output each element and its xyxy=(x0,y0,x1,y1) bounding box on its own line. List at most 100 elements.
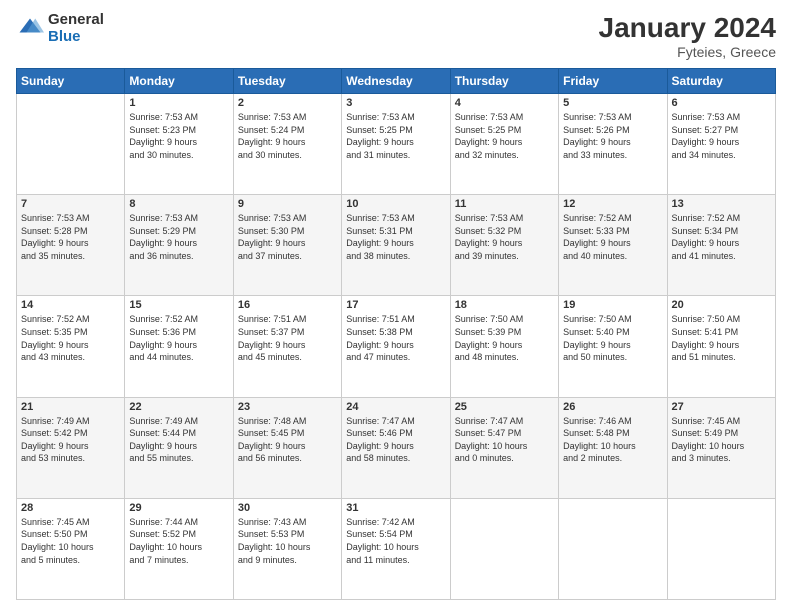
day-info: Sunrise: 7:53 AM Sunset: 5:26 PM Dayligh… xyxy=(563,111,662,161)
calendar-day-cell: 27Sunrise: 7:45 AM Sunset: 5:49 PM Dayli… xyxy=(667,397,775,498)
day-number: 6 xyxy=(672,97,771,109)
calendar-day-cell xyxy=(17,94,125,195)
day-number: 21 xyxy=(21,401,120,413)
day-number: 14 xyxy=(21,299,120,311)
day-info: Sunrise: 7:53 AM Sunset: 5:32 PM Dayligh… xyxy=(455,212,554,262)
day-number: 29 xyxy=(129,502,228,514)
day-info: Sunrise: 7:52 AM Sunset: 5:36 PM Dayligh… xyxy=(129,313,228,363)
day-info: Sunrise: 7:48 AM Sunset: 5:45 PM Dayligh… xyxy=(238,415,337,465)
day-info: Sunrise: 7:53 AM Sunset: 5:30 PM Dayligh… xyxy=(238,212,337,262)
calendar-day-cell: 20 Sunrise: 7:50 AM Sunset: 5:41 PM Dayli… xyxy=(667,296,775,397)
day-info: Sunrise: 7:47 AM Sunset: 5:46 PM Dayligh… xyxy=(346,415,445,465)
day-info: Sunrise: 7:53 AM Sunset: 5:31 PM Dayligh… xyxy=(346,212,445,262)
calendar-week-row: 14 Sunrise: 7:52 AM Sunset: 5:35 PM Dayli… xyxy=(17,296,776,397)
calendar-day-cell: 22 Sunrise: 7:49 AM Sunset: 5:44 PM Dayli… xyxy=(125,397,233,498)
day-number: 3 xyxy=(346,97,445,109)
day-number: 9 xyxy=(238,198,337,210)
day-header-friday: Friday xyxy=(559,69,667,94)
day-info: Sunrise: 7:53 AM Sunset: 5:27 PM Dayligh… xyxy=(672,111,771,161)
calendar-day-cell: 2 Sunrise: 7:53 AM Sunset: 5:24 PM Daylig… xyxy=(233,94,341,195)
day-info: Sunrise: 7:49 AM Sunset: 5:42 PM Dayligh… xyxy=(21,415,120,465)
day-header-thursday: Thursday xyxy=(450,69,558,94)
day-header-monday: Monday xyxy=(125,69,233,94)
calendar-day-cell: 1Sunrise: 7:53 AM Sunset: 5:23 PM Daylig… xyxy=(125,94,233,195)
logo-general: General xyxy=(48,12,104,29)
calendar-day-cell: 13 Sunrise: 7:52 AM Sunset: 5:34 PM Dayli… xyxy=(667,195,775,296)
page: General Blue January 2024 Fyteies, Greec… xyxy=(0,0,792,612)
day-number: 20 xyxy=(672,299,771,311)
day-info: Sunrise: 7:53 AM Sunset: 5:28 PM Dayligh… xyxy=(21,212,120,262)
logo-text: General Blue xyxy=(48,12,104,45)
day-info: Sunrise: 7:49 AM Sunset: 5:44 PM Dayligh… xyxy=(129,415,228,465)
calendar-day-cell: 24 Sunrise: 7:47 AM Sunset: 5:46 PM Dayli… xyxy=(342,397,450,498)
calendar-day-cell: 9 Sunrise: 7:53 AM Sunset: 5:30 PM Daylig… xyxy=(233,195,341,296)
day-info: Sunrise: 7:43 AM Sunset: 5:53 PM Dayligh… xyxy=(238,516,337,566)
day-info: Sunrise: 7:51 AM Sunset: 5:38 PM Dayligh… xyxy=(346,313,445,363)
day-number: 2 xyxy=(238,97,337,109)
day-info: Sunrise: 7:42 AM Sunset: 5:54 PM Dayligh… xyxy=(346,516,445,566)
day-info: Sunrise: 7:50 AM Sunset: 5:41 PM Dayligh… xyxy=(672,313,771,363)
day-info: Sunrise: 7:44 AM Sunset: 5:52 PM Dayligh… xyxy=(129,516,228,566)
calendar-day-cell xyxy=(667,498,775,599)
day-info: Sunrise: 7:52 AM Sunset: 5:35 PM Dayligh… xyxy=(21,313,120,363)
calendar-day-cell: 23 Sunrise: 7:48 AM Sunset: 5:45 PM Dayli… xyxy=(233,397,341,498)
day-number: 22 xyxy=(129,401,228,413)
day-number: 7 xyxy=(21,198,120,210)
day-info: Sunrise: 7:50 AM Sunset: 5:40 PM Dayligh… xyxy=(563,313,662,363)
calendar-day-cell xyxy=(450,498,558,599)
calendar-day-cell: 31 Sunrise: 7:42 AM Sunset: 5:54 PM Dayli… xyxy=(342,498,450,599)
logo-blue: Blue xyxy=(48,29,104,46)
day-info: Sunrise: 7:52 AM Sunset: 5:34 PM Dayligh… xyxy=(672,212,771,262)
day-info: Sunrise: 7:45 AM Sunset: 5:50 PM Dayligh… xyxy=(21,516,120,566)
day-number: 26 xyxy=(563,401,662,413)
calendar-day-cell: 19 Sunrise: 7:50 AM Sunset: 5:40 PM Dayli… xyxy=(559,296,667,397)
calendar-day-cell: 10 Sunrise: 7:53 AM Sunset: 5:31 PM Dayli… xyxy=(342,195,450,296)
day-number: 10 xyxy=(346,198,445,210)
day-info: Sunrise: 7:46 AM Sunset: 5:48 PM Dayligh… xyxy=(563,415,662,465)
day-number: 16 xyxy=(238,299,337,311)
day-info: Sunrise: 7:45 AM Sunset: 5:49 PM Dayligh… xyxy=(672,415,771,465)
calendar-week-row: 21 Sunrise: 7:49 AM Sunset: 5:42 PM Dayli… xyxy=(17,397,776,498)
calendar-table: SundayMondayTuesdayWednesdayThursdayFrid… xyxy=(16,68,776,600)
day-header-wednesday: Wednesday xyxy=(342,69,450,94)
day-number: 11 xyxy=(455,198,554,210)
day-number: 13 xyxy=(672,198,771,210)
calendar-day-cell: 3Sunrise: 7:53 AM Sunset: 5:25 PM Daylig… xyxy=(342,94,450,195)
logo: General Blue xyxy=(16,12,104,45)
title-block: January 2024 Fyteies, Greece xyxy=(599,12,776,60)
calendar-day-cell: 16Sunrise: 7:51 AM Sunset: 5:37 PM Dayli… xyxy=(233,296,341,397)
calendar-day-cell: 18 Sunrise: 7:50 AM Sunset: 5:39 PM Dayli… xyxy=(450,296,558,397)
day-number: 5 xyxy=(563,97,662,109)
day-info: Sunrise: 7:52 AM Sunset: 5:33 PM Dayligh… xyxy=(563,212,662,262)
calendar-day-cell: 21 Sunrise: 7:49 AM Sunset: 5:42 PM Dayli… xyxy=(17,397,125,498)
day-info: Sunrise: 7:50 AM Sunset: 5:39 PM Dayligh… xyxy=(455,313,554,363)
calendar-day-cell: 5 Sunrise: 7:53 AM Sunset: 5:26 PM Daylig… xyxy=(559,94,667,195)
calendar-day-cell: 14 Sunrise: 7:52 AM Sunset: 5:35 PM Dayli… xyxy=(17,296,125,397)
day-header-sunday: Sunday xyxy=(17,69,125,94)
day-number: 25 xyxy=(455,401,554,413)
day-number: 15 xyxy=(129,299,228,311)
day-info: Sunrise: 7:53 AM Sunset: 5:24 PM Dayligh… xyxy=(238,111,337,161)
day-number: 4 xyxy=(455,97,554,109)
day-number: 23 xyxy=(238,401,337,413)
calendar-day-cell: 29 Sunrise: 7:44 AM Sunset: 5:52 PM Dayli… xyxy=(125,498,233,599)
calendar-day-cell xyxy=(559,498,667,599)
day-number: 19 xyxy=(563,299,662,311)
day-number: 12 xyxy=(563,198,662,210)
day-number: 31 xyxy=(346,502,445,514)
calendar-week-row: 28 Sunrise: 7:45 AM Sunset: 5:50 PM Dayli… xyxy=(17,498,776,599)
day-info: Sunrise: 7:53 AM Sunset: 5:29 PM Dayligh… xyxy=(129,212,228,262)
day-info: Sunrise: 7:53 AM Sunset: 5:23 PM Dayligh… xyxy=(129,111,228,161)
day-number: 18 xyxy=(455,299,554,311)
calendar-day-cell: 11 Sunrise: 7:53 AM Sunset: 5:32 PM Dayli… xyxy=(450,195,558,296)
calendar-day-cell: 17Sunrise: 7:51 AM Sunset: 5:38 PM Dayli… xyxy=(342,296,450,397)
day-number: 28 xyxy=(21,502,120,514)
calendar-day-cell: 7 Sunrise: 7:53 AM Sunset: 5:28 PM Daylig… xyxy=(17,195,125,296)
day-header-saturday: Saturday xyxy=(667,69,775,94)
day-number: 24 xyxy=(346,401,445,413)
day-info: Sunrise: 7:53 AM Sunset: 5:25 PM Dayligh… xyxy=(455,111,554,161)
calendar-day-cell: 30 Sunrise: 7:43 AM Sunset: 5:53 PM Dayli… xyxy=(233,498,341,599)
day-number: 8 xyxy=(129,198,228,210)
day-number: 30 xyxy=(238,502,337,514)
calendar-day-cell: 25Sunrise: 7:47 AM Sunset: 5:47 PM Dayli… xyxy=(450,397,558,498)
